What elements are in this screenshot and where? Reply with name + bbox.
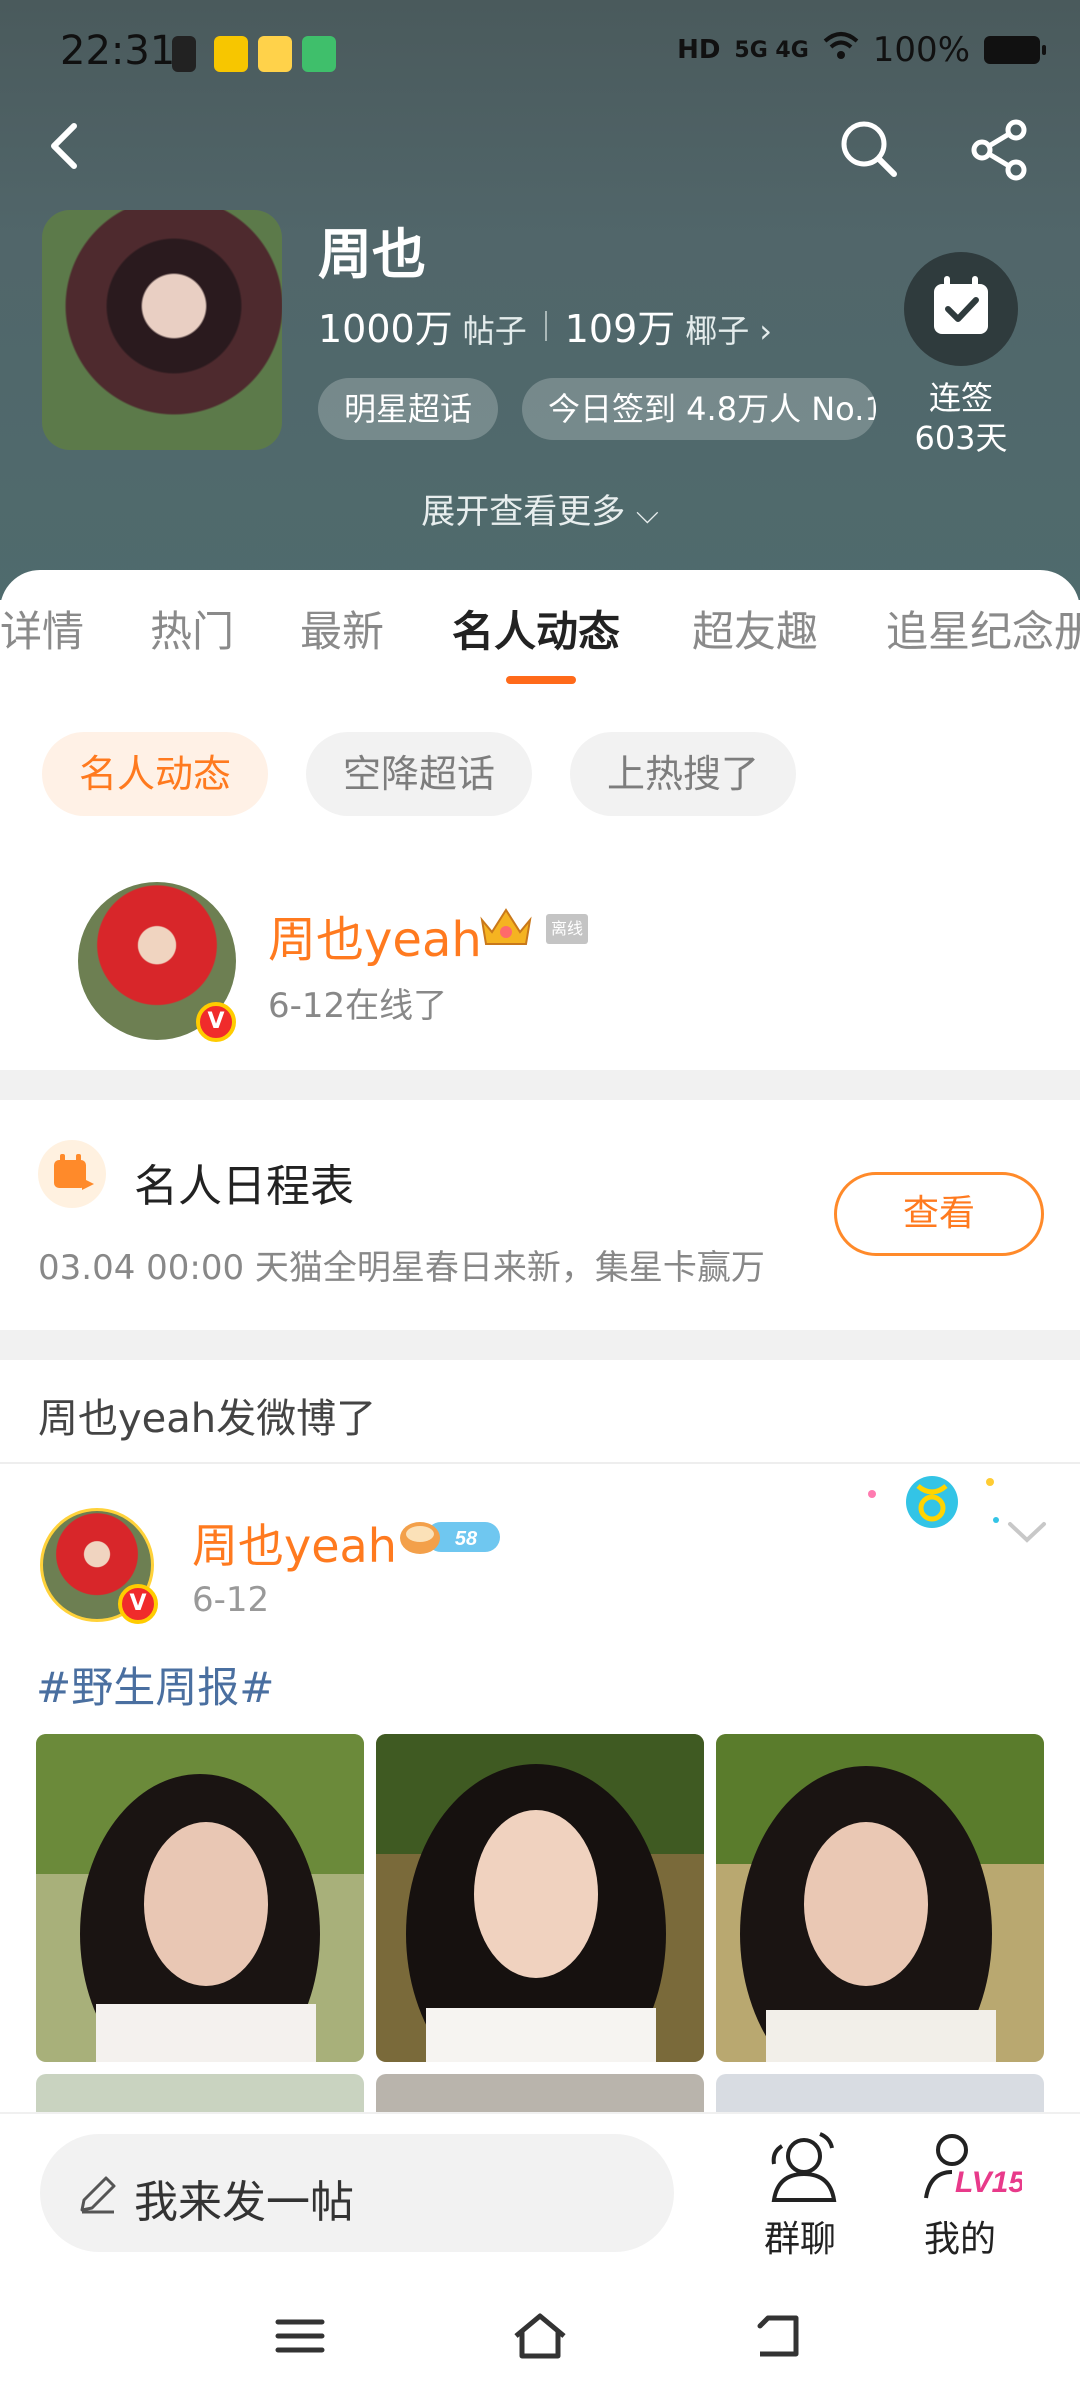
tab-latest[interactable]: 最新 [300, 598, 384, 659]
topic-title: 周也 [318, 223, 426, 286]
topic-cover-image[interactable] [42, 210, 282, 450]
posts-unit: 帖子 [462, 312, 527, 350]
compose-placeholder: 我来发一帖 [134, 2177, 354, 2228]
view-schedule-button[interactable]: 查看 [834, 1172, 1044, 1256]
chevron-down-icon: ⌵ [636, 496, 659, 531]
post-photo[interactable] [376, 1734, 704, 2062]
back-icon[interactable] [38, 118, 94, 174]
checkin-days: 603天 [914, 419, 1008, 457]
crown-icon [478, 904, 534, 950]
tab-hot[interactable]: 热门 [150, 598, 234, 659]
battery-icon [984, 36, 1046, 64]
post-photo[interactable] [376, 2074, 704, 2114]
group-chat-label[interactable]: 群聊 [730, 2210, 870, 2262]
expand-more-button[interactable]: 展开查看更多 ⌵ [0, 484, 1080, 533]
video-notification-icon [302, 36, 336, 72]
category-chip[interactable]: 明星超话 [318, 378, 499, 440]
search-icon[interactable] [838, 118, 900, 180]
me-level-badge: LV15 [955, 2166, 1022, 2199]
section-divider [0, 1070, 1080, 1100]
expand-more-label: 展开查看更多 [421, 492, 626, 532]
verified-icon: V [118, 1584, 158, 1624]
home-icon[interactable] [510, 2306, 570, 2366]
checkin-rank-chip[interactable]: 今日签到 4.8万人 No.1 [522, 378, 876, 440]
level-badge-number: 58 [455, 1528, 478, 1550]
menu-icon[interactable] [270, 2306, 330, 2366]
coins-count: 109万 [564, 307, 676, 351]
post-section-heading: 周也yeah发微博了 [38, 1396, 377, 1442]
pencil-icon [74, 2170, 122, 2218]
checkin-button[interactable] [904, 252, 1018, 366]
verified-icon: V [196, 1002, 236, 1042]
online-status: 6-12在线了 [268, 986, 448, 1026]
group-chat-icon[interactable] [758, 2126, 842, 2210]
chevron-right-icon: › [759, 312, 773, 350]
coins-unit: 椰子 [685, 312, 750, 350]
tab-bar: 详情 热门 最新 名人动态 超友趣 追星纪念册 [0, 598, 1080, 678]
taurus-decoration-icon [850, 1464, 1010, 1544]
active-tab-indicator [506, 676, 576, 684]
post-photo[interactable] [36, 2074, 364, 2114]
offline-badge: 离线 [546, 914, 588, 944]
schedule-subtitle: 03.04 00:00 天猫全明星春日来新，集星卡赢万 [38, 1248, 765, 1288]
app-notification-icon [214, 36, 248, 72]
stats-divider [544, 310, 547, 341]
post-date: 6-12 [192, 1580, 270, 1620]
share-icon[interactable] [968, 118, 1032, 182]
level-badge: 58 [396, 1514, 508, 1558]
checkin-streak: 连签 603天 [880, 378, 1042, 458]
checkin-label: 连签 [928, 379, 993, 417]
tab-fan-fun[interactable]: 超友趣 [692, 598, 818, 659]
topic-header: 22:31 HD 5G 4G 100% 周也 1000万 帖子 109万 椰子 … [0, 0, 1080, 600]
tab-details[interactable]: 详情 [0, 598, 84, 659]
topic-stats[interactable]: 1000万 帖子 109万 椰子 › [318, 298, 772, 353]
status-right: HD 5G 4G 100% [677, 30, 1046, 70]
battery-percent: 100% [872, 30, 970, 70]
status-time: 22:31 [60, 28, 176, 74]
back-nav-icon[interactable] [752, 2306, 812, 2366]
post-photo[interactable] [716, 1734, 1044, 2062]
post-photo[interactable] [36, 1734, 364, 2062]
filter-celebrity-news[interactable]: 名人动态 [42, 732, 268, 816]
schedule-icon [38, 1140, 106, 1208]
calendar-check-icon [934, 276, 988, 334]
section-divider [0, 1330, 1080, 1360]
me-label[interactable]: 我的 [890, 2210, 1030, 2262]
post-author-name[interactable]: 周也yeah [192, 1510, 397, 1576]
profile-icon[interactable]: LV15 [918, 2126, 1026, 2210]
hd-icon: HD [677, 35, 721, 65]
celebrity-name[interactable]: 周也yeah [268, 900, 482, 970]
status-bar: 22:31 HD 5G 4G 100% [0, 0, 1080, 110]
post-hashtag[interactable]: #野生周报# [36, 1654, 274, 1715]
network-label: 5G 4G [734, 37, 809, 63]
filter-airdrop[interactable]: 空降超话 [306, 732, 532, 816]
post-menu-chevron-icon[interactable] [1006, 1518, 1048, 1548]
wifi-icon [823, 30, 859, 70]
tab-fan-album[interactable]: 追星纪念册 [886, 598, 1080, 659]
sim-icon [172, 36, 196, 72]
post-photo[interactable] [716, 2074, 1044, 2114]
posts-count: 1000万 [318, 307, 453, 351]
weibo-notification-icon [258, 36, 292, 72]
tab-celebrity-news[interactable]: 名人动态 [452, 598, 620, 659]
schedule-title: 名人日程表 [134, 1161, 354, 1212]
filter-trending[interactable]: 上热搜了 [570, 732, 796, 816]
